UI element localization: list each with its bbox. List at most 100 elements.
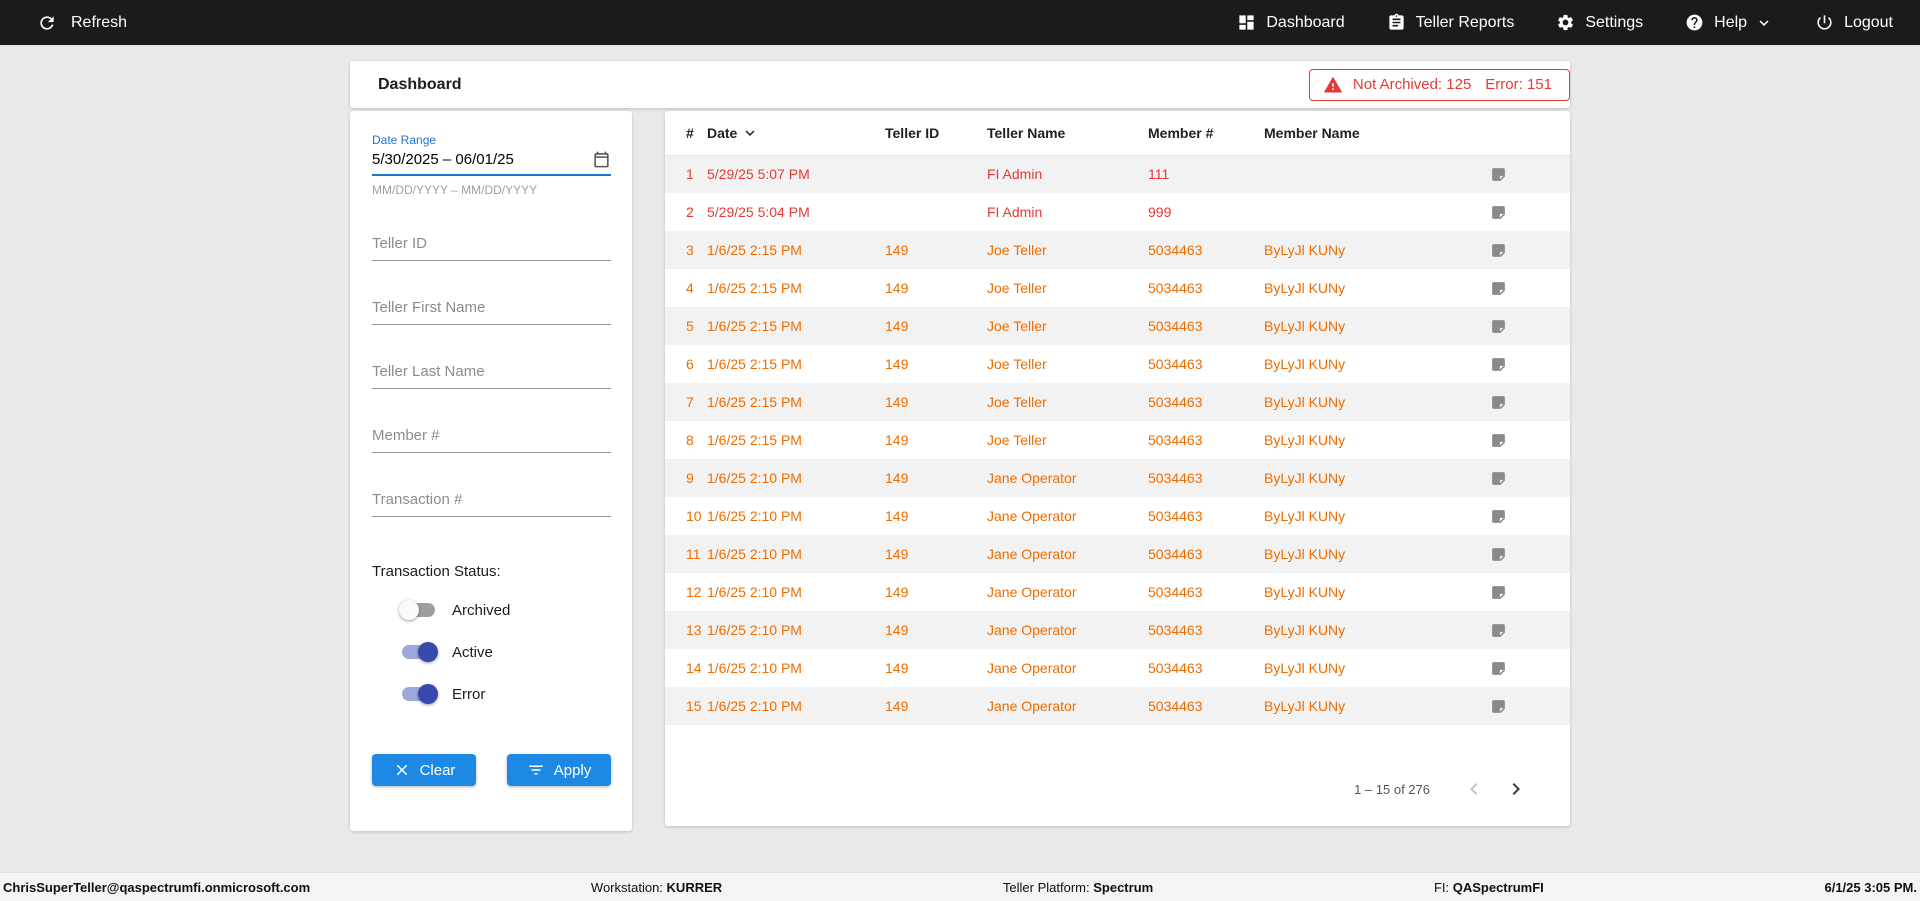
toggle-switch[interactable] xyxy=(399,600,435,620)
refresh-button[interactable]: Refresh xyxy=(37,13,127,33)
member-number-input[interactable] xyxy=(372,421,611,453)
cell-member-num: 5034463 xyxy=(1148,432,1203,448)
nav-logout[interactable]: Logout xyxy=(1815,13,1893,32)
note-icon[interactable] xyxy=(1474,573,1570,611)
note-icon[interactable] xyxy=(1474,649,1570,687)
note-icon[interactable] xyxy=(1474,193,1570,231)
footer-fi: FI: QASpectrumFI xyxy=(1433,879,1544,895)
cell-member-name: ByLyJl KUNy xyxy=(1264,622,1346,638)
note-icon[interactable] xyxy=(1474,421,1570,459)
table-row[interactable]: 7 1/6/25 2:15 PM 149 Joe Teller 5034463 ByLyJ… xyxy=(665,383,1570,421)
table-row[interactable]: 15 1/6/25 2:10 PM 149 Jane Operator 5034463 B… xyxy=(665,687,1570,725)
cell-num: 10 xyxy=(686,508,702,524)
date-format-hint: MM/DD/YYYY – MM/DD/YYYY xyxy=(372,183,538,197)
cell-member-name xyxy=(1264,155,1474,193)
col-date-header[interactable]: Date xyxy=(707,111,885,156)
teller-last-name-input[interactable] xyxy=(372,357,611,389)
note-icon[interactable] xyxy=(1474,687,1570,725)
cell-teller-id: 149 xyxy=(885,394,909,410)
table-row[interactable]: 14 1/6/25 2:10 PM 149 Jane Operator 5034463 B… xyxy=(665,649,1570,687)
date-range-input[interactable] xyxy=(372,151,592,168)
cell-teller-name: Jane Operator xyxy=(987,622,1077,638)
nav-help[interactable]: Help xyxy=(1685,13,1773,32)
table-row[interactable]: 6 1/6/25 2:15 PM 149 Joe Teller 5034463 ByLyJ… xyxy=(665,345,1570,383)
topbar-nav: Dashboard Teller Reports Settings Help L… xyxy=(1237,13,1893,32)
cell-teller-id: 149 xyxy=(885,356,909,372)
cell-date: 1/6/25 2:10 PM xyxy=(707,622,802,638)
note-icon[interactable] xyxy=(1474,497,1570,535)
note-icon[interactable] xyxy=(1474,345,1570,383)
cell-member-num: 5034463 xyxy=(1148,394,1203,410)
cell-teller-id: 149 xyxy=(885,584,909,600)
cell-date: 1/6/25 2:10 PM xyxy=(707,546,802,562)
next-page-button[interactable] xyxy=(1504,777,1528,801)
toggle-error[interactable]: Error xyxy=(372,682,611,706)
teller-first-name-input[interactable] xyxy=(372,293,611,325)
nav-logout-label: Logout xyxy=(1844,13,1893,31)
cell-member-name: ByLyJl KUNy xyxy=(1264,242,1346,258)
note-icon[interactable] xyxy=(1474,611,1570,649)
cell-teller-id: 149 xyxy=(885,622,909,638)
note-icon[interactable] xyxy=(1474,383,1570,421)
cell-date: 1/6/25 2:15 PM xyxy=(707,280,802,296)
cell-member-name: ByLyJl KUNy xyxy=(1264,584,1346,600)
footer-datetime: 6/1/25 3:05 PM. xyxy=(1824,879,1917,895)
nav-dashboard[interactable]: Dashboard xyxy=(1237,13,1345,32)
cell-teller-id xyxy=(885,193,987,231)
cell-date: 5/29/25 5:07 PM xyxy=(707,166,810,183)
table-row[interactable]: 9 1/6/25 2:10 PM 149 Jane Operator 5034463 By… xyxy=(665,459,1570,497)
table-row[interactable]: 5 1/6/25 2:15 PM 149 Joe Teller 5034463 ByLyJ… xyxy=(665,307,1570,345)
cell-teller-id: 149 xyxy=(885,470,909,486)
toggle-archived[interactable]: Archived xyxy=(372,598,611,622)
cell-date: 1/6/25 2:15 PM xyxy=(707,432,802,448)
page-title: Dashboard xyxy=(378,75,462,93)
status-toggles: Archived Active Error xyxy=(372,598,611,706)
nav-teller-reports[interactable]: Teller Reports xyxy=(1387,13,1515,32)
note-icon[interactable] xyxy=(1474,535,1570,573)
date-range-field xyxy=(372,147,611,176)
nav-help-label: Help xyxy=(1714,13,1748,31)
nav-settings[interactable]: Settings xyxy=(1556,13,1643,32)
clear-button[interactable]: Clear xyxy=(372,754,476,786)
cell-teller-id: 149 xyxy=(885,432,909,448)
calendar-icon[interactable] xyxy=(592,150,611,169)
cell-teller-name: Joe Teller xyxy=(987,432,1047,448)
table-row[interactable]: 8 1/6/25 2:15 PM 149 Joe Teller 5034463 ByLyJ… xyxy=(665,421,1570,459)
note-icon[interactable] xyxy=(1474,269,1570,307)
note-icon[interactable] xyxy=(1474,307,1570,345)
previous-page-button[interactable] xyxy=(1462,777,1486,801)
warning-icon xyxy=(1323,75,1343,95)
apply-button[interactable]: Apply xyxy=(507,754,611,786)
table-row[interactable]: 2 5/29/25 5:04 PM FI Admin 999 xyxy=(665,193,1570,231)
table-row[interactable]: 10 1/6/25 2:10 PM 149 Jane Operator 5034463 B… xyxy=(665,497,1570,535)
cell-teller-id xyxy=(885,155,987,193)
table-row[interactable]: 1 5/29/25 5:07 PM FI Admin 111 xyxy=(665,155,1570,193)
cell-teller-name: Joe Teller xyxy=(987,280,1047,296)
col-member-name-header: Member Name xyxy=(1264,111,1474,156)
footer-teller-platform: Teller Platform: Spectrum xyxy=(1002,879,1154,895)
error-count: Error: 151 xyxy=(1485,76,1552,93)
table-row[interactable]: 4 1/6/25 2:15 PM 149 Joe Teller 5034463 ByLyJ… xyxy=(665,269,1570,307)
date-range-label: Date Range xyxy=(372,133,437,147)
table-row[interactable]: 12 1/6/25 2:10 PM 149 Jane Operator 5034463 B… xyxy=(665,573,1570,611)
cell-teller-id: 149 xyxy=(885,660,909,676)
table-row[interactable]: 3 1/6/25 2:15 PM 149 Joe Teller 5034463 ByLyJ… xyxy=(665,231,1570,269)
table-row[interactable]: 13 1/6/25 2:10 PM 149 Jane Operator 5034463 B… xyxy=(665,611,1570,649)
toggle-switch[interactable] xyxy=(402,684,438,704)
teller-id-input[interactable] xyxy=(372,229,611,261)
table-row[interactable]: 11 1/6/25 2:10 PM 149 Jane Operator 5034463 B… xyxy=(665,535,1570,573)
cell-teller-name: Jane Operator xyxy=(987,546,1077,562)
cell-teller-id: 149 xyxy=(885,546,909,562)
col-num-header: # xyxy=(665,111,707,156)
note-icon[interactable] xyxy=(1474,155,1570,193)
toggle-switch[interactable] xyxy=(402,642,438,662)
note-icon[interactable] xyxy=(1474,231,1570,269)
note-icon[interactable] xyxy=(1474,459,1570,497)
cell-member-name: ByLyJl KUNy xyxy=(1264,280,1346,296)
transaction-number-input[interactable] xyxy=(372,485,611,517)
toggle-active[interactable]: Active xyxy=(372,640,611,664)
nav-teller-reports-label: Teller Reports xyxy=(1415,13,1515,31)
cell-member-num: 5034463 xyxy=(1148,546,1203,562)
transaction-status-label: Transaction Status: xyxy=(372,563,501,580)
transactions-tbody: 1 5/29/25 5:07 PM FI Admin 111 2 5/29/25 5:04… xyxy=(665,155,1570,725)
